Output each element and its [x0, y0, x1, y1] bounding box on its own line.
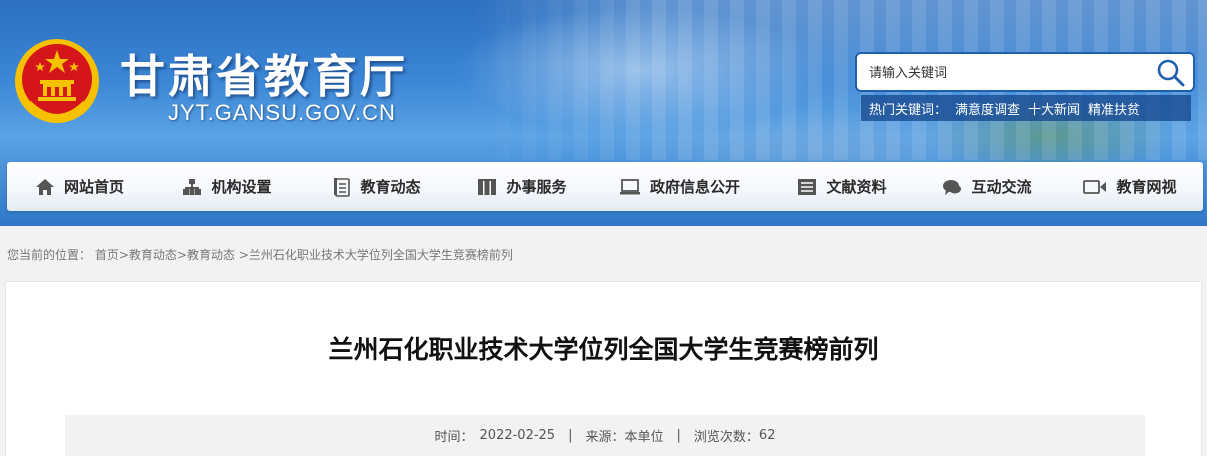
nav-item-label: 网站首页 — [63, 178, 124, 196]
chat-icon — [943, 179, 962, 195]
meta-separator: | — [676, 428, 681, 443]
breadcrumb-separator: > — [176, 248, 187, 262]
article-meta-bar: 时间： 2022-02-25 | 来源： 本单位 | 浏览次数： 62 — [65, 415, 1145, 456]
nav-item-label: 政府信息公开 — [649, 178, 740, 196]
views-label: 浏览次数： — [693, 430, 759, 445]
nav-item-label: 教育动态 — [360, 178, 421, 196]
site-domain: JYT.GANSU.GOV.CN — [168, 100, 396, 125]
view-count: 62 — [758, 428, 776, 443]
nav-item-label: 机构设置 — [211, 178, 272, 196]
hot-keywords-label: 热门关键词： — [869, 102, 948, 118]
nav-item-education-news[interactable]: 教育动态 — [302, 162, 452, 211]
nav-item-gov-info[interactable]: 政府信息公开 — [592, 162, 767, 211]
nav-item-services[interactable]: 办事服务 — [452, 162, 592, 211]
breadcrumb-prefix: 您当前的位置： — [7, 248, 92, 262]
breadcrumb-home-link[interactable]: 首页 — [95, 248, 119, 262]
nav-item-label: 互动交流 — [971, 178, 1032, 196]
publish-time-label: 时间： — [434, 430, 474, 445]
breadcrumb-link-news[interactable]: 教育动态 — [129, 248, 177, 262]
breadcrumb-link-news-sub[interactable]: 教育动态 — [187, 248, 235, 262]
monitor-icon — [619, 178, 640, 194]
nav-item-education-tv[interactable]: 教育网视 — [1057, 162, 1203, 211]
document-icon — [798, 178, 817, 195]
national-emblem-icon — [15, 39, 99, 123]
hot-keywords-bar: 热门关键词： 满意度调查 十大新闻 精准扶贫 — [861, 95, 1191, 121]
source-label: 来源： — [585, 430, 625, 445]
publish-time: 2022-02-25 — [479, 428, 556, 443]
nav-item-interaction[interactable]: 互动交流 — [917, 162, 1057, 211]
site-title: 甘肃省教育厅 — [120, 50, 409, 103]
video-icon — [1083, 179, 1107, 194]
search-icon[interactable] — [1155, 57, 1187, 89]
search-input[interactable] — [869, 62, 1149, 84]
main-nav: 网站首页 机构设置 教育动态 办事服务 政府信息公开 文献资料 互动交流 教育网… — [7, 162, 1203, 211]
org-chart-icon — [183, 178, 202, 195]
article-title: 兰州石化职业技术大学位列全国大学生竞赛榜前列 — [328, 335, 879, 364]
breadcrumb-separator: > — [118, 248, 129, 262]
service-icon — [478, 178, 497, 195]
nav-item-organization[interactable]: 机构设置 — [152, 162, 302, 211]
breadcrumb-current[interactable]: 兰州石化职业技术大学位列全国大学生竞赛榜前列 — [249, 248, 513, 262]
search-box — [855, 52, 1195, 92]
article-source: 本单位 — [624, 430, 664, 445]
nav-item-label: 文献资料 — [826, 178, 887, 196]
nav-item-documents[interactable]: 文献资料 — [767, 162, 917, 211]
breadcrumb-separator: > — [238, 248, 249, 262]
hot-keyword-link[interactable]: 十大新闻 — [1028, 99, 1080, 118]
meta-separator: | — [568, 428, 573, 443]
nav-item-label: 教育网视 — [1116, 178, 1177, 196]
news-icon — [334, 177, 351, 197]
nav-item-label: 办事服务 — [506, 178, 567, 196]
hot-keyword-link[interactable]: 满意度调查 — [955, 99, 1020, 118]
breadcrumb: 您当前的位置： 首页>教育动态>教育动态 >兰州石化职业技术大学位列全国大学生竞… — [7, 246, 513, 263]
hot-keyword-link[interactable]: 精准扶贫 — [1088, 99, 1140, 118]
home-icon — [35, 178, 54, 195]
nav-item-home[interactable]: 网站首页 — [7, 162, 152, 211]
